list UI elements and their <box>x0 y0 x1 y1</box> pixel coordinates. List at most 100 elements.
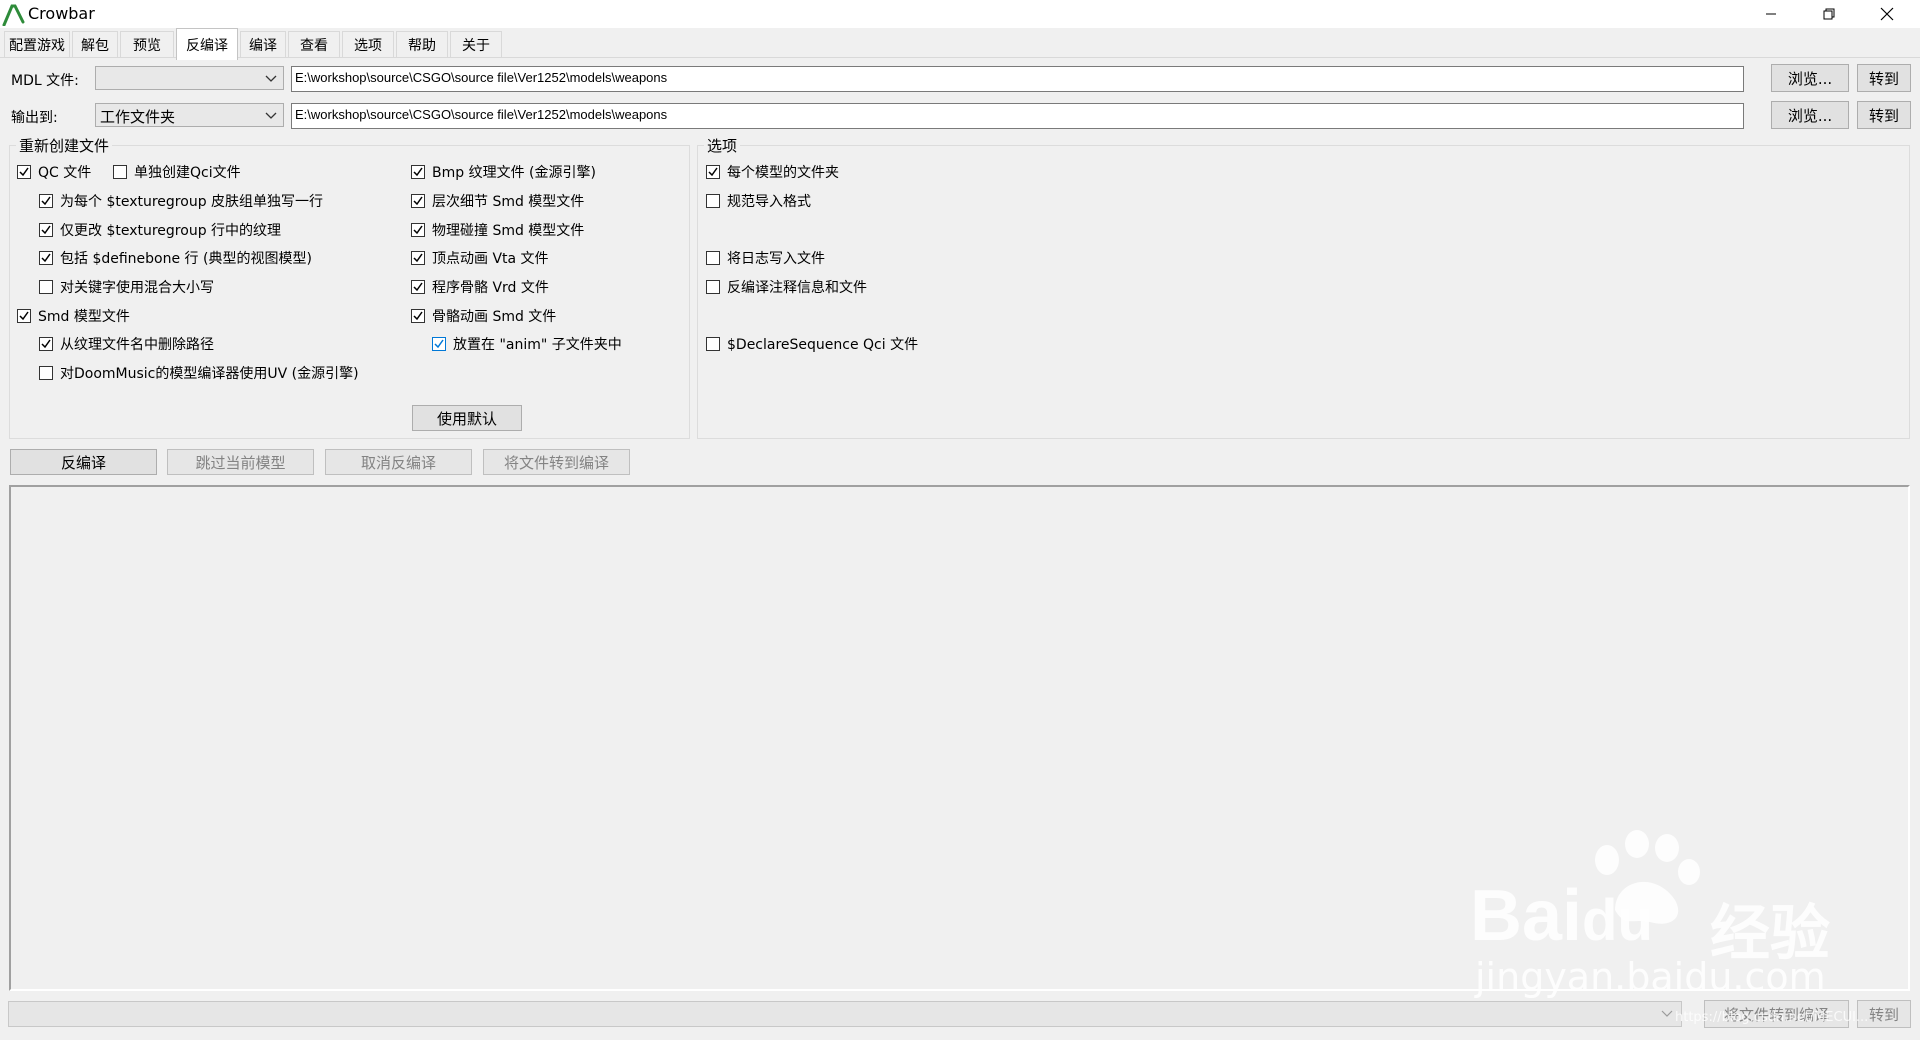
checkbox-label: Bmp 纹理文件 (金源引擎) <box>432 165 596 181</box>
checkmark-icon <box>708 167 718 177</box>
doommusic-uv-checkbox[interactable]: 对DoomMusic的模型编译器使用UV (金源引擎) <box>39 363 359 383</box>
lod-smd-checkbox[interactable]: 层次细节 Smd 模型文件 <box>411 191 584 211</box>
procedural-bones-vrd-checkbox[interactable]: 程序骨骼 Vrd 文件 <box>411 277 549 297</box>
qc-file-checkbox[interactable]: QC 文件 <box>17 162 91 182</box>
bone-anim-smd-checkbox[interactable]: 骨骼动画 Smd 文件 <box>411 306 556 326</box>
tab-options[interactable]: 选项 <box>342 31 394 57</box>
tab-preview[interactable]: 预览 <box>120 31 174 57</box>
checkbox-box[interactable] <box>411 165 425 179</box>
checkbox-box[interactable] <box>706 251 720 265</box>
checkbox-box[interactable] <box>432 337 446 351</box>
checkbox-box[interactable] <box>411 194 425 208</box>
checkbox-label: 单独创建Qci文件 <box>134 165 241 181</box>
checkbox-label: 规范导入格式 <box>727 194 811 210</box>
checkmark-icon <box>41 253 51 263</box>
checkbox-label: 反编译注释信息和文件 <box>727 280 867 296</box>
tab-config-game[interactable]: 配置游戏 <box>4 31 70 57</box>
decompile-button[interactable]: 反编译 <box>10 449 157 475</box>
options-group <box>697 145 1910 439</box>
bmp-texture-checkbox[interactable]: Bmp 纹理文件 (金源引擎) <box>411 162 596 182</box>
checkbox-box[interactable] <box>39 223 53 237</box>
output-browse-button[interactable]: 浏览... <box>1771 101 1849 129</box>
checkbox-label: 每个模型的文件夹 <box>727 165 839 181</box>
mdl-file-combo[interactable] <box>95 66 284 90</box>
checkmark-icon <box>41 225 51 235</box>
close-button[interactable] <box>1858 0 1916 28</box>
checkmark-icon <box>413 225 423 235</box>
physics-smd-checkbox[interactable]: 物理碰撞 Smd 模型文件 <box>411 220 584 240</box>
checkbox-label: 对DoomMusic的模型编译器使用UV (金源引擎) <box>60 366 359 382</box>
checkbox-label: 程序骨骼 Vrd 文件 <box>432 280 549 296</box>
output-file-list[interactable] <box>8 1001 1682 1027</box>
write-log-checkbox[interactable]: 将日志写入文件 <box>706 248 825 268</box>
checkbox-box[interactable] <box>706 280 720 294</box>
checkbox-box[interactable] <box>113 165 127 179</box>
tab-about[interactable]: 关于 <box>450 31 502 57</box>
watermark-site: jingyan.baidu.com <box>1475 955 1826 999</box>
checkmark-icon <box>19 311 29 321</box>
checkbox-label: $DeclareSequence Qci 文件 <box>727 337 919 353</box>
definebone-checkbox[interactable]: 包括 $definebone 行 (典型的视图模型) <box>39 248 312 268</box>
output-goto-button[interactable]: 转到 <box>1857 101 1911 129</box>
output-combo[interactable]: 工作文件夹 <box>95 103 284 127</box>
recreate-group-title: 重新创建文件 <box>16 135 113 156</box>
restore-button[interactable] <box>1800 0 1858 28</box>
watermark-brand: Baidu <box>1470 876 1653 956</box>
checkbox-box[interactable] <box>706 165 720 179</box>
checkbox-box[interactable] <box>706 194 720 208</box>
checkbox-label: 放置在 "anim" 子文件夹中 <box>453 337 622 353</box>
mdl-goto-button[interactable]: 转到 <box>1857 64 1911 92</box>
mdl-path-input[interactable]: E:\workshop\source\CSGO\source file\Ver1… <box>291 66 1744 92</box>
checkbox-box[interactable] <box>706 337 720 351</box>
mdl-browse-button[interactable]: 浏览... <box>1771 64 1849 92</box>
tab-view[interactable]: 查看 <box>288 31 340 57</box>
checkbox-box[interactable] <box>39 251 53 265</box>
send-to-compile-button[interactable]: 将文件转到编译 <box>483 449 630 475</box>
title-bar <box>0 0 1920 28</box>
watermark-url: https://blog.csdn.net/MECUI... <box>1675 1010 1869 1025</box>
minimize-icon <box>1766 13 1776 15</box>
checkbox-box[interactable] <box>411 223 425 237</box>
checkbox-box[interactable] <box>411 280 425 294</box>
output-path-input[interactable]: E:\workshop\source\CSGO\source file\Ver1… <box>291 103 1744 129</box>
checkbox-box[interactable] <box>411 309 425 323</box>
checkbox-label: 从纹理文件名中删除路径 <box>60 337 214 353</box>
skip-current-model-button[interactable]: 跳过当前模型 <box>167 449 314 475</box>
chevron-down-icon <box>265 75 277 82</box>
tab-help[interactable]: 帮助 <box>396 31 448 57</box>
output-combo-value: 工作文件夹 <box>100 108 176 126</box>
declaresequence-qci-checkbox[interactable]: $DeclareSequence Qci 文件 <box>706 334 918 354</box>
texturegroup-line-checkbox[interactable]: 为每个 $texturegroup 皮肤组单独写一行 <box>39 191 323 211</box>
texturegroup-change-checkbox[interactable]: 仅更改 $texturegroup 行中的纹理 <box>39 220 281 240</box>
use-default-button[interactable]: 使用默认 <box>412 405 522 431</box>
minimize-button[interactable] <box>1742 0 1800 28</box>
checkbox-label: 为每个 $texturegroup 皮肤组单独写一行 <box>60 194 324 210</box>
checkbox-box[interactable] <box>39 194 53 208</box>
decompile-comments-checkbox[interactable]: 反编译注释信息和文件 <box>706 277 867 297</box>
checkmark-icon <box>413 253 423 263</box>
separate-qci-checkbox[interactable]: 单独创建Qci文件 <box>113 162 241 182</box>
checkbox-label: 仅更改 $texturegroup 行中的纹理 <box>60 223 282 239</box>
checkbox-box[interactable] <box>411 251 425 265</box>
cancel-decompile-button[interactable]: 取消反编译 <box>325 449 472 475</box>
mixed-case-checkbox[interactable]: 对关键字使用混合大小写 <box>39 277 214 297</box>
tab-unpack[interactable]: 解包 <box>72 31 118 57</box>
checkbox-box[interactable] <box>39 280 53 294</box>
tab-compile[interactable]: 编译 <box>240 31 286 57</box>
checkmark-icon <box>434 339 444 349</box>
strip-texture-path-checkbox[interactable]: 从纹理文件名中删除路径 <box>39 334 214 354</box>
checkbox-box[interactable] <box>17 309 31 323</box>
checkmark-icon <box>41 196 51 206</box>
folder-per-model-checkbox[interactable]: 每个模型的文件夹 <box>706 162 839 182</box>
checkbox-box[interactable] <box>17 165 31 179</box>
vertex-anim-vta-checkbox[interactable]: 顶点动画 Vta 文件 <box>411 248 549 268</box>
checkbox-box[interactable] <box>39 337 53 351</box>
anim-subfolder-checkbox[interactable]: 放置在 "anim" 子文件夹中 <box>432 334 622 354</box>
checkbox-label: 骨骼动画 Smd 文件 <box>432 309 557 325</box>
normalize-import-checkbox[interactable]: 规范导入格式 <box>706 191 811 211</box>
checkbox-box[interactable] <box>39 366 53 380</box>
crowbar-app-icon <box>2 4 25 26</box>
close-icon <box>1880 7 1894 21</box>
tab-decompile[interactable]: 反编译 <box>176 28 238 60</box>
smd-model-checkbox[interactable]: Smd 模型文件 <box>17 306 130 326</box>
